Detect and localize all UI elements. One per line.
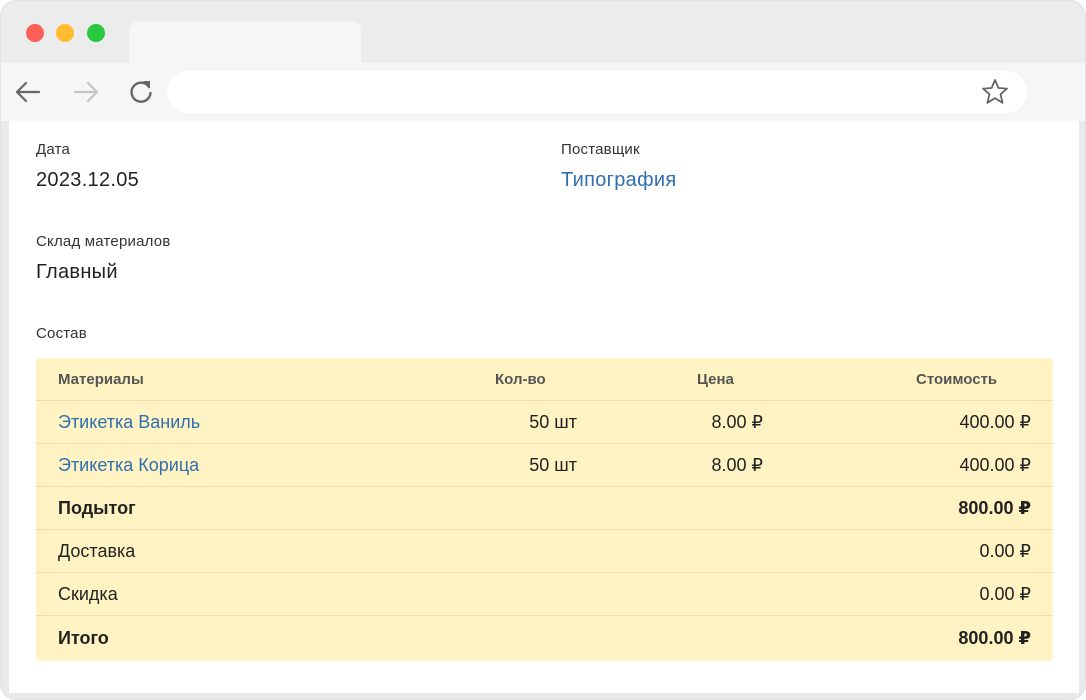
material-link[interactable]: Этикетка Ваниль	[58, 401, 200, 443]
composition-label: Состав	[36, 325, 87, 342]
total-label: Итого	[58, 628, 109, 648]
minimize-window-button[interactable]	[56, 24, 74, 42]
close-window-button[interactable]	[26, 24, 44, 42]
total-row: Итого 800.00 ₽	[36, 616, 1053, 661]
title-bar	[1, 1, 1085, 65]
warehouse-value: Главный	[36, 261, 118, 283]
back-icon[interactable]	[13, 77, 43, 107]
maximize-window-button[interactable]	[87, 24, 105, 42]
reload-icon[interactable]	[126, 77, 156, 107]
material-link[interactable]: Этикетка Корица	[58, 444, 199, 486]
price-cell: 8.00 ₽	[711, 411, 764, 432]
header-cost: Стоимость	[916, 370, 998, 388]
qty-cell: 50 шт	[529, 454, 577, 475]
discount-value: 0.00 ₽	[979, 583, 1032, 604]
date-value: 2023.12.05	[36, 169, 140, 191]
materials-table: Материалы Кол-во Цена Стоимость Этикетка…	[36, 358, 1053, 661]
subtotal-label: Подытог	[58, 497, 136, 518]
delivery-label: Доставка	[58, 540, 136, 561]
discount-row: Скидка 0.00 ₽	[36, 573, 1053, 616]
table-row: Этикетка Корица 50 шт 8.00 ₽ 400.00 ₽	[36, 444, 1053, 487]
cost-cell: 400.00 ₽	[959, 454, 1031, 475]
browser-toolbar	[1, 63, 1085, 121]
star-icon[interactable]	[979, 77, 1011, 107]
page-content: Дата 2023.12.05 Поставщик Типография Скл…	[9, 121, 1079, 693]
cost-cell: 400.00 ₽	[959, 411, 1031, 432]
date-label: Дата	[36, 141, 71, 158]
header-materials: Материалы	[58, 370, 144, 388]
subtotal-value: 800.00 ₽	[958, 497, 1031, 518]
supplier-label: Поставщик	[561, 141, 640, 158]
table-row: Этикетка Ваниль 50 шт 8.00 ₽ 400.00 ₽	[36, 401, 1053, 444]
header-qty: Кол-во	[495, 370, 546, 388]
table-header-row: Материалы Кол-во Цена Стоимость	[36, 358, 1053, 401]
subtotal-row: Подытог 800.00 ₽	[36, 487, 1053, 530]
delivery-row: Доставка 0.00 ₽	[36, 530, 1053, 573]
browser-window: Дата 2023.12.05 Поставщик Типография Скл…	[0, 0, 1086, 700]
header-price: Цена	[697, 370, 734, 388]
total-value: 800.00 ₽	[958, 628, 1031, 648]
delivery-value: 0.00 ₽	[979, 540, 1032, 561]
price-cell: 8.00 ₽	[711, 454, 764, 475]
supplier-link[interactable]: Типография	[561, 169, 676, 192]
discount-label: Скидка	[58, 583, 118, 604]
qty-cell: 50 шт	[529, 411, 577, 432]
warehouse-label: Склад материалов	[36, 233, 171, 250]
browser-tab[interactable]	[129, 21, 361, 65]
address-bar[interactable]	[167, 71, 1027, 113]
forward-icon[interactable]	[71, 77, 101, 107]
